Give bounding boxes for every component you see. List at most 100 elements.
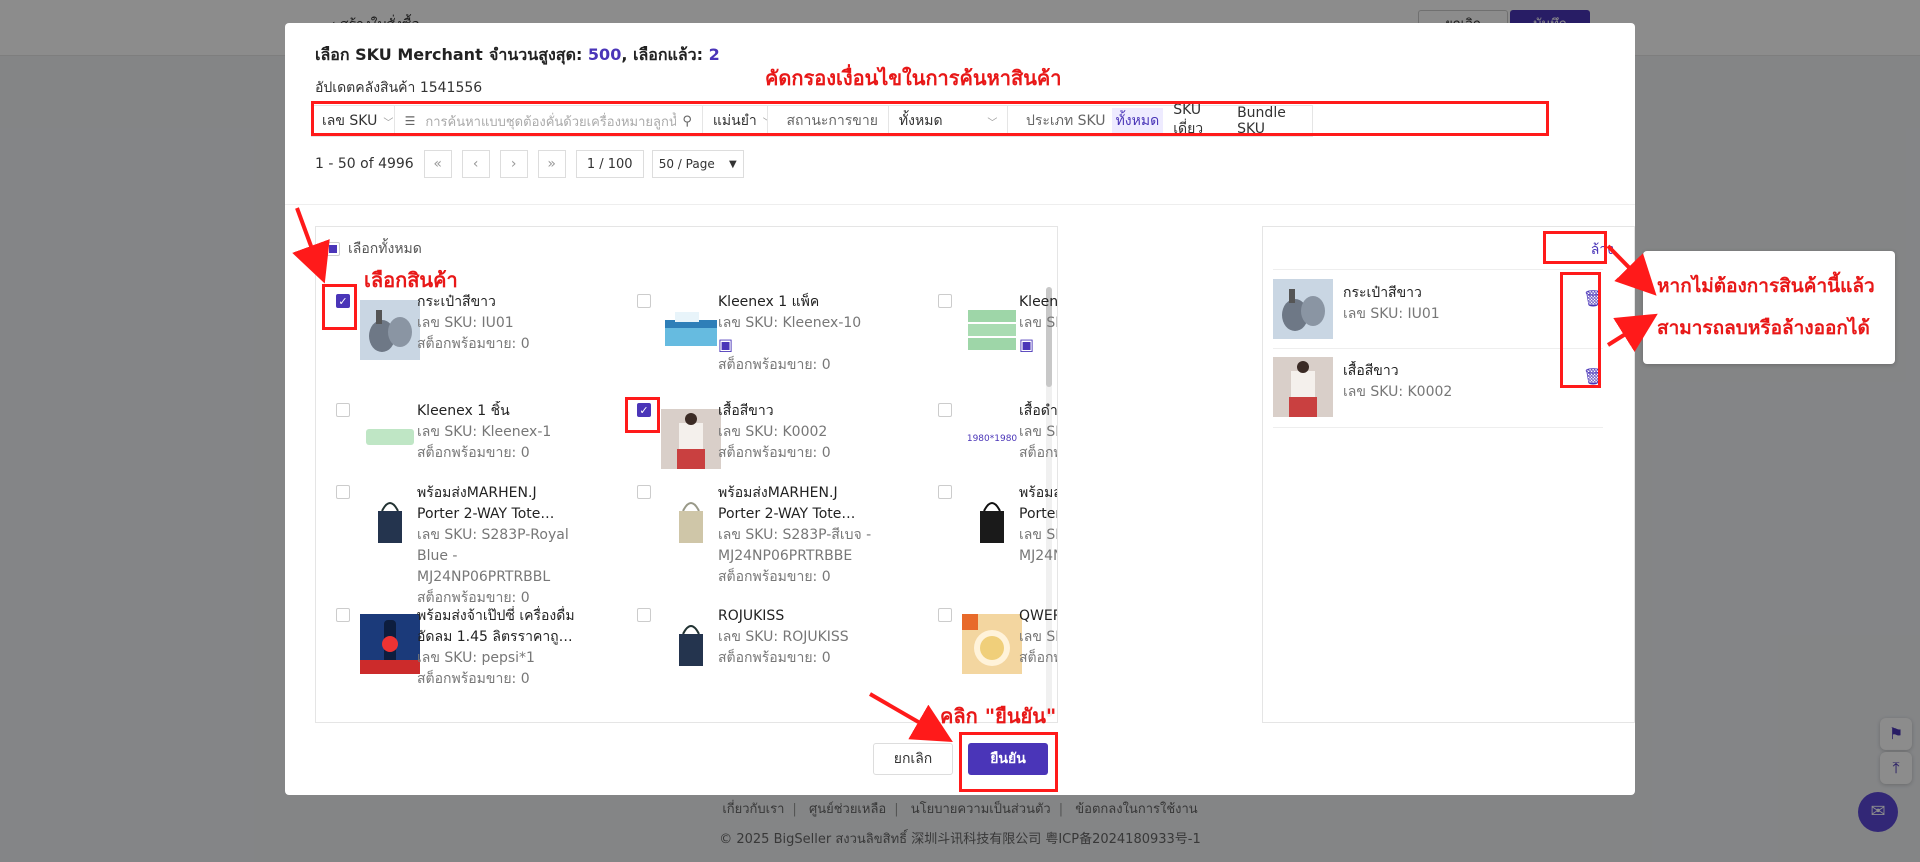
select-sku-modal: เลือก SKU Merchant จำนวนสูงสุด: 500, เลื…: [285, 23, 1635, 795]
annotation-select: เลือกสินค้า: [364, 268, 458, 292]
product-image: [1273, 279, 1333, 339]
item-checkbox[interactable]: [938, 608, 952, 622]
annotation-confirm-box: [959, 732, 1058, 792]
product-image: [1273, 357, 1333, 417]
product-stock: สต็อกพร้อมขาย: 0: [1019, 650, 1057, 666]
product-sku: เลข SKU: S283P-สีดำ - MJ24NP06PRTRBBK: [1019, 527, 1057, 564]
item-checkbox[interactable]: [637, 294, 651, 308]
pagination: 1 - 50 of 4996 « ‹ › » 1 / 100 50 / Page…: [315, 150, 744, 178]
selected-count: 2: [708, 45, 720, 64]
product-stock: สต็อกพร้อมขาย: 0: [718, 569, 831, 585]
product-stock: สต็อกพร้อมขาย: 0: [1019, 445, 1057, 461]
annotation-filter: คัดกรองเงื่อนไขในการค้นหาสินค้า: [765, 66, 1062, 90]
product-sku: เลข SKU: ROJUKISS: [718, 629, 849, 645]
product-sku: เลข SKU: K0001: [1019, 424, 1057, 440]
product-name: เสื้อดำ: [1019, 403, 1058, 419]
product-name: พร้อมส่งMARHEN.J Porter 2-WAY Tote Shoul…: [417, 485, 541, 522]
annotation-filter-box: [311, 101, 1549, 136]
product-sku: เลข SKU: Kleenex-1: [417, 424, 552, 440]
list-item[interactable]: ROJUKISS เลข SKU: ROJUKISS สต็อกพร้อมขาย…: [637, 606, 877, 676]
product-sku: เลข SKU: pepsi*1: [417, 650, 535, 666]
first-page-icon[interactable]: «: [423, 150, 452, 178]
annotation-checkbox-box: [322, 284, 357, 330]
product-image: [360, 300, 420, 360]
annotation-trash-box: [1560, 272, 1601, 388]
product-image: [962, 491, 1022, 551]
product-image: [962, 614, 1022, 674]
modal-stats: จำนวนสูงสุด: 500, เลือกแล้ว: 2: [489, 45, 720, 64]
list-item[interactable]: พร้อมส่งMARHEN.J Porter 2-WAY Tote Shoul…: [938, 483, 1057, 593]
product-image: [360, 491, 420, 551]
selected-item: เสื้อสีขาว เลข SKU: K0002 🗑: [1273, 357, 1603, 419]
list-item[interactable]: ✓ กระเป๋าสีขาว เลข SKU: IU01 สต็อกพร้อมข…: [336, 292, 576, 382]
item-checkbox[interactable]: [938, 403, 952, 417]
selected-item: กระเป๋าสีขาว เลข SKU: IU01 🗑: [1273, 279, 1603, 341]
product-image: [962, 300, 1022, 360]
product-name: พร้อมส่งMARHEN.J Porter 2-WAY Tote Shoul…: [718, 485, 842, 522]
product-sku: เลข SKU: K0002: [1343, 384, 1453, 400]
product-name: ROJUKISS: [718, 608, 785, 624]
product-sku: เลข SKU: IU01: [1343, 306, 1440, 322]
item-checkbox[interactable]: [938, 485, 952, 499]
product-name: QWERTY005: [1019, 608, 1058, 624]
pagination-range: 1 - 50 of 4996: [315, 156, 414, 172]
last-page-icon[interactable]: »: [537, 150, 566, 178]
list-item[interactable]: Kleenex 1 แพ็ค เลข SKU: Kleenex-10 ▣ สต็…: [637, 292, 877, 402]
list-item[interactable]: Kleenex 1 ชิ้น เลข SKU: Kleenex-1 สต็อกพ…: [336, 401, 576, 471]
product-name: เสื้อสีขาว: [718, 403, 774, 419]
bundle-icon: ▣: [1019, 335, 1035, 354]
list-item[interactable]: Kleenex-4 ชิ้น เลข SKU: Kleenex-4 ▣: [938, 292, 1058, 402]
max-count: 500: [587, 45, 622, 64]
page-input[interactable]: 1 / 100: [575, 150, 644, 178]
product-name: Kleenex-4 ชิ้น: [1019, 294, 1058, 310]
product-image-placeholder: 1980*1980: [962, 409, 1022, 469]
divider: [285, 204, 1635, 205]
item-checkbox[interactable]: [938, 294, 952, 308]
item-checkbox[interactable]: [637, 485, 651, 499]
page-size-select[interactable]: 50 / Page ▼: [651, 150, 744, 178]
list-item[interactable]: ✓ เสื้อสีขาว เลข SKU: K0002 สต็อกพร้อมขา…: [637, 401, 877, 471]
product-image: [360, 614, 420, 674]
product-image: [360, 409, 420, 469]
modal-title: เลือก SKU Merchant: [315, 45, 483, 64]
product-name: กระเป๋าสีขาว: [1343, 285, 1422, 301]
bundle-icon: ▣: [718, 335, 734, 354]
product-stock: สต็อกพร้อมขาย: 0: [417, 336, 530, 352]
prev-page-icon[interactable]: ‹: [461, 150, 490, 178]
product-sku: เลข SKU: Kleenex-4: [1019, 315, 1057, 331]
select-all[interactable]: เลือกทั้งหมด: [326, 238, 422, 260]
item-checkbox[interactable]: [336, 403, 350, 417]
select-all-checkbox[interactable]: [326, 242, 340, 256]
annotation-confirm: คลิก "ยืนยัน": [940, 704, 1057, 728]
product-sku: เลข SKU: QWERTY005: [1019, 629, 1057, 645]
annotation-checkbox-box: [625, 397, 660, 433]
product-sku: เลข SKU: IU01: [417, 315, 514, 331]
list-item[interactable]: พร้อมส่งจ้าเป๊ปซี่ เครื่องดื่มอัดลม 1.45…: [336, 606, 576, 696]
product-image: [661, 614, 721, 674]
product-image: [661, 409, 721, 469]
product-sku: เลข SKU: K0002: [718, 424, 828, 440]
product-stock: สต็อกพร้อมขาย: 0: [417, 445, 530, 461]
product-name: พร้อมส่งจ้าเป๊ปซี่ เครื่องดื่มอัดลม 1.45…: [417, 608, 575, 645]
product-sku: เลข SKU: Kleenex-10: [718, 315, 862, 331]
annotation-clear-box: [1543, 231, 1607, 264]
product-list: เลือกทั้งหมด ✓ กระเป๋าสีขาว เลข SKU: IU0…: [315, 226, 1058, 723]
product-name: Kleenex 1 ชิ้น: [417, 403, 510, 419]
item-checkbox[interactable]: [336, 608, 350, 622]
list-item[interactable]: QWERTY005 เลข SKU: QWERTY005 สต็อกพร้อมข…: [938, 606, 1058, 676]
modal-subtitle: อัปเดตคลังสินค้า 1541556: [315, 80, 483, 96]
list-item[interactable]: 1980*1980 เสื้อดำ เลข SKU: K0001 สต็อกพร…: [938, 401, 1058, 471]
product-stock: สต็อกพร้อมขาย: 0: [718, 445, 831, 461]
list-item[interactable]: พร้อมส่งMARHEN.J Porter 2-WAY Tote Shoul…: [637, 483, 877, 593]
item-checkbox[interactable]: [637, 608, 651, 622]
annotation-remove-callout: หากไม่ต้องการสินค้านี้แล้ว สามารถลบหรือล…: [1643, 251, 1895, 364]
product-image: [661, 300, 721, 360]
product-stock: สต็อกพร้อมขาย: 0: [718, 357, 831, 373]
list-item[interactable]: พร้อมส่งMARHEN.J Porter 2-WAY Tote Shoul…: [336, 483, 576, 606]
product-name: เสื้อสีขาว: [1343, 363, 1399, 379]
item-checkbox[interactable]: [336, 485, 350, 499]
cancel-button[interactable]: ยกเลิก: [873, 743, 953, 775]
next-page-icon[interactable]: ›: [499, 150, 528, 178]
product-name: Kleenex 1 แพ็ค: [718, 294, 820, 310]
product-sku: เลข SKU: S283P-Royal Blue - MJ24NP06PRTR…: [417, 527, 569, 585]
